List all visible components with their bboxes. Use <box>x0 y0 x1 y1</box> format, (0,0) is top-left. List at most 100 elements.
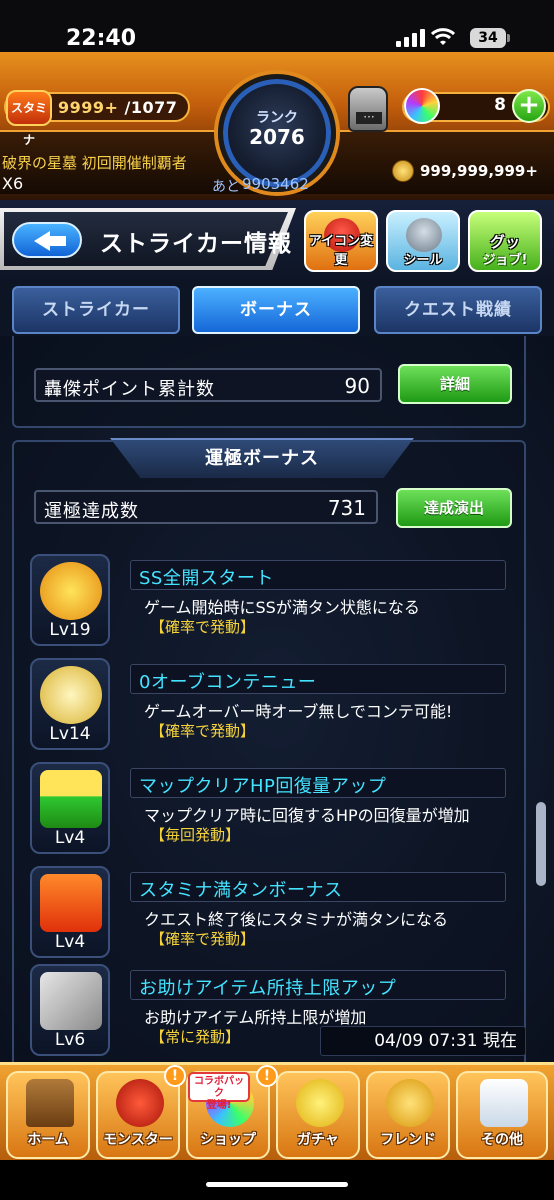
bonus-name-box: 0オーブコンテニュー <box>130 664 506 694</box>
battery-icon: 34 <box>470 28 506 48</box>
seal-label: シール <box>403 253 443 268</box>
nav-label: ショップ <box>200 1132 256 1148</box>
bonus-level: Lv14 <box>49 724 91 744</box>
bonus-trigger: 【確率で発動】 <box>150 618 256 636</box>
bonus-name-box: お助けアイテム所持上限アップ i <box>130 970 506 1000</box>
notification-badge: ! <box>164 1065 186 1087</box>
bonus-name-box: マップクリアHP回復量アップ <box>130 768 506 798</box>
bonus-name: 0オーブコンテニュー <box>139 672 317 693</box>
orb-count: 8 <box>494 95 506 115</box>
bonus-icon-frame: Lv19 <box>30 554 110 646</box>
nav-label: フレンド <box>380 1132 436 1148</box>
nav-friend[interactable]: フレンド <box>366 1071 450 1159</box>
bonus-name: スタミナ満タンボーナス <box>139 880 343 901</box>
collab-tag-line2: 登場! <box>206 1100 232 1111</box>
bonus-item[interactable]: Lv4 マップクリアHP回復量アップ マップクリア時に回復するHPの回復量が増加… <box>30 762 514 860</box>
rank-next-label: あと <box>212 179 240 195</box>
nav-home[interactable]: ホーム <box>6 1071 90 1159</box>
nav-label: モンスター <box>103 1132 173 1148</box>
home-indicator-area <box>0 1160 554 1200</box>
goods-label-2: ジョブ! <box>482 253 528 268</box>
bonus-icon-frame: Lv4 <box>30 762 110 854</box>
collab-pack-tag: コラボパック 登場! <box>188 1072 250 1111</box>
goods-button[interactable]: グッ ジョブ! <box>468 210 542 272</box>
stamina-icon: スタミナ <box>6 90 52 147</box>
stamina-current: 9999+ <box>58 98 119 117</box>
bottom-nav: ホーム モンスター ! ショップ ! ガチャ フレンド その他 <box>0 1062 554 1160</box>
bonus-description: マップクリア時に回復するHPの回復量が増加 <box>144 806 470 825</box>
timestamp: 04/09 07:31 現在 <box>320 1026 526 1056</box>
question-icon <box>480 1079 528 1127</box>
bonus-icon-frame: Lv6 <box>30 964 110 1056</box>
item-plus-icon <box>40 972 102 1030</box>
monster-icon <box>116 1079 164 1127</box>
stamina-icon <box>40 874 102 932</box>
rank-next-value: 9903462 <box>242 175 309 193</box>
bonus-trigger: 【確率で発動】 <box>150 722 256 740</box>
player-title: 破界の星墓 初回開催制覇者 <box>2 154 187 172</box>
bonus-item[interactable]: Lv4 スタミナ満タンボーナス クエスト終了後にスタミナが満タンになる 【確率で… <box>30 866 514 964</box>
nav-monster[interactable]: モンスター ! <box>96 1065 186 1159</box>
notification-badge: ! <box>256 1065 278 1087</box>
gold-coin-icon <box>392 160 414 182</box>
tab-bar: ストライカー ボーナス クエスト戦績 <box>0 284 554 336</box>
home-indicator-bar[interactable] <box>206 1182 348 1187</box>
points-detail-button[interactable]: 詳細 <box>398 364 512 404</box>
bonus-level: Lv19 <box>49 620 91 640</box>
bonus-description: ゲーム開始時にSSが満タン状態になる <box>144 598 420 617</box>
game-header: スタミナ 9999+ /1077 ランク 2076 あと 9903462 ···… <box>0 52 554 200</box>
page-title: ストライカー情報 <box>100 231 292 257</box>
rank-label: ランク <box>256 110 298 126</box>
battery-cap <box>507 34 510 42</box>
nav-label: ガチャ <box>297 1132 339 1148</box>
hp-battery-icon <box>40 770 102 828</box>
bonus-icon-frame: Lv14 <box>30 658 110 750</box>
bonus-name-box: スタミナ満タンボーナス <box>130 872 506 902</box>
luck-count-value: 731 <box>327 496 366 520</box>
seal-button[interactable]: シール <box>386 210 460 272</box>
tab-striker[interactable]: ストライカー <box>12 286 180 334</box>
bonus-icon-frame: Lv4 <box>30 866 110 958</box>
status-bar: 22:40 34 <box>0 0 554 52</box>
bonus-name: SS全開スタート <box>139 568 274 589</box>
gold-value: 999,999,999+ <box>420 162 538 180</box>
stamina-max: /1077 <box>124 98 178 117</box>
bonus-name: マップクリアHP回復量アップ <box>139 776 387 797</box>
collab-tag-line1: コラボパック <box>194 1076 244 1099</box>
bonus-description: クエスト終了後にスタミナが満タンになる <box>144 910 449 929</box>
nav-gacha[interactable]: ガチャ <box>276 1071 360 1159</box>
friend-icon <box>386 1079 434 1127</box>
player-title-multiplier: X6 <box>2 174 24 193</box>
bonus-item[interactable]: Lv14 0オーブコンテニュー ゲームオーバー時オーブ無しでコンテ可能! 【確率… <box>30 658 514 756</box>
bonus-level: Lv6 <box>54 1030 86 1050</box>
bonus-level: Lv4 <box>54 828 86 848</box>
points-value: 90 <box>344 374 370 398</box>
page-titlebar: ストライカー情報 アイコン変更 シール グッ ジョブ! <box>0 200 554 284</box>
rank-value: 2076 <box>249 125 305 149</box>
icon-change-button[interactable]: アイコン変更 <box>304 210 378 272</box>
luck-count-label: 運極達成数 <box>44 501 139 522</box>
bonus-description: ゲームオーバー時オーブ無しでコンテ可能! <box>144 702 453 721</box>
tab-quest-record[interactable]: クエスト戦績 <box>374 286 542 334</box>
add-orb-button[interactable]: + <box>512 89 546 123</box>
section-title: 運極ボーナス <box>205 448 319 469</box>
tab-bonus[interactable]: ボーナス <box>192 286 360 334</box>
bonus-name-box: SS全開スタート <box>130 560 506 590</box>
nav-other[interactable]: その他 <box>456 1071 548 1159</box>
points-row: 轟傑ポイント累計数 90 <box>34 368 382 402</box>
bonus-trigger: 【毎回発動】 <box>150 826 241 844</box>
scrollbar[interactable] <box>536 802 546 886</box>
cellular-signal-icon <box>396 29 426 47</box>
bonus-item[interactable]: Lv19 SS全開スタート ゲーム開始時にSSが満タン状態になる 【確率で発動】 <box>30 554 514 652</box>
seal-face-icon <box>406 218 442 252</box>
back-button[interactable] <box>12 222 82 258</box>
bonus-trigger: 【常に発動】 <box>150 1028 241 1046</box>
stamina-value: 9999+ /1077 <box>58 98 177 117</box>
achievement-effect-button[interactable]: 達成演出 <box>396 488 512 528</box>
bonus-content[interactable]: 轟傑ポイント累計数 90 詳細 運極ボーナス 運極達成数 731 達成演出 Lv… <box>0 336 554 1062</box>
helmet-icon[interactable]: ··· <box>348 86 388 132</box>
stamina-gauge[interactable]: スタミナ 9999+ /1077 <box>4 90 190 147</box>
orb-icon <box>404 88 440 124</box>
gacha-egg-icon <box>296 1079 344 1127</box>
nav-label: ホーム <box>27 1132 69 1148</box>
